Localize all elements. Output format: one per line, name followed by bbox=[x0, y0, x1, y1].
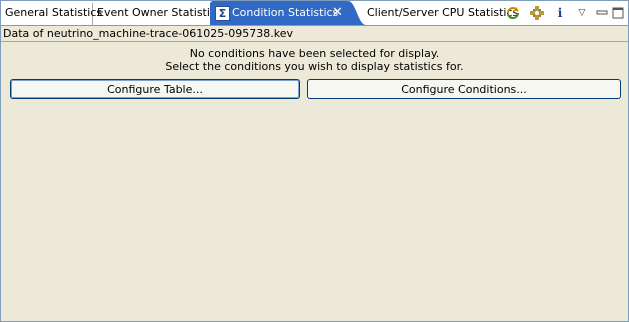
statistics-view: General Statistics Event Owner Statistic… bbox=[0, 0, 629, 322]
configure-icon[interactable] bbox=[529, 5, 545, 21]
maximize-icon[interactable] bbox=[610, 5, 626, 21]
tab-client-server-cpu-statistics[interactable]: Client/Server CPU Statistics bbox=[363, 3, 518, 25]
select-conditions-hint: Select the conditions you wish to displa… bbox=[165, 60, 464, 73]
refresh-icon[interactable] bbox=[505, 5, 521, 21]
sigma-icon: Σ bbox=[215, 6, 230, 21]
tab-label: Condition Statistics bbox=[232, 6, 339, 19]
configure-table-button[interactable]: Configure Table... bbox=[10, 79, 300, 99]
no-conditions-message: No conditions have been selected for dis… bbox=[189, 47, 440, 60]
configure-conditions-button[interactable]: Configure Conditions... bbox=[307, 79, 621, 99]
info-icon[interactable]: i bbox=[552, 5, 568, 21]
tab-condition-statistics[interactable]: Σ Condition Statistics ✕ bbox=[210, 1, 350, 25]
data-source-label: Data of neutrino_machine-trace-061025-09… bbox=[3, 27, 293, 40]
tab-bar: General Statistics Event Owner Statistic… bbox=[1, 1, 628, 26]
view-menu-icon[interactable]: ▽ bbox=[574, 5, 590, 21]
minimize-icon[interactable] bbox=[594, 5, 610, 21]
tab-general-statistics[interactable]: General Statistics bbox=[1, 3, 102, 25]
tab-event-owner-statistics[interactable]: Event Owner Statistics bbox=[93, 3, 222, 25]
close-icon[interactable]: ✕ bbox=[332, 1, 343, 25]
tab-label: Client/Server CPU Statistics bbox=[367, 6, 519, 19]
tab-label: Event Owner Statistics bbox=[97, 6, 222, 19]
divider bbox=[1, 41, 628, 42]
tab-label: General Statistics bbox=[5, 6, 103, 19]
